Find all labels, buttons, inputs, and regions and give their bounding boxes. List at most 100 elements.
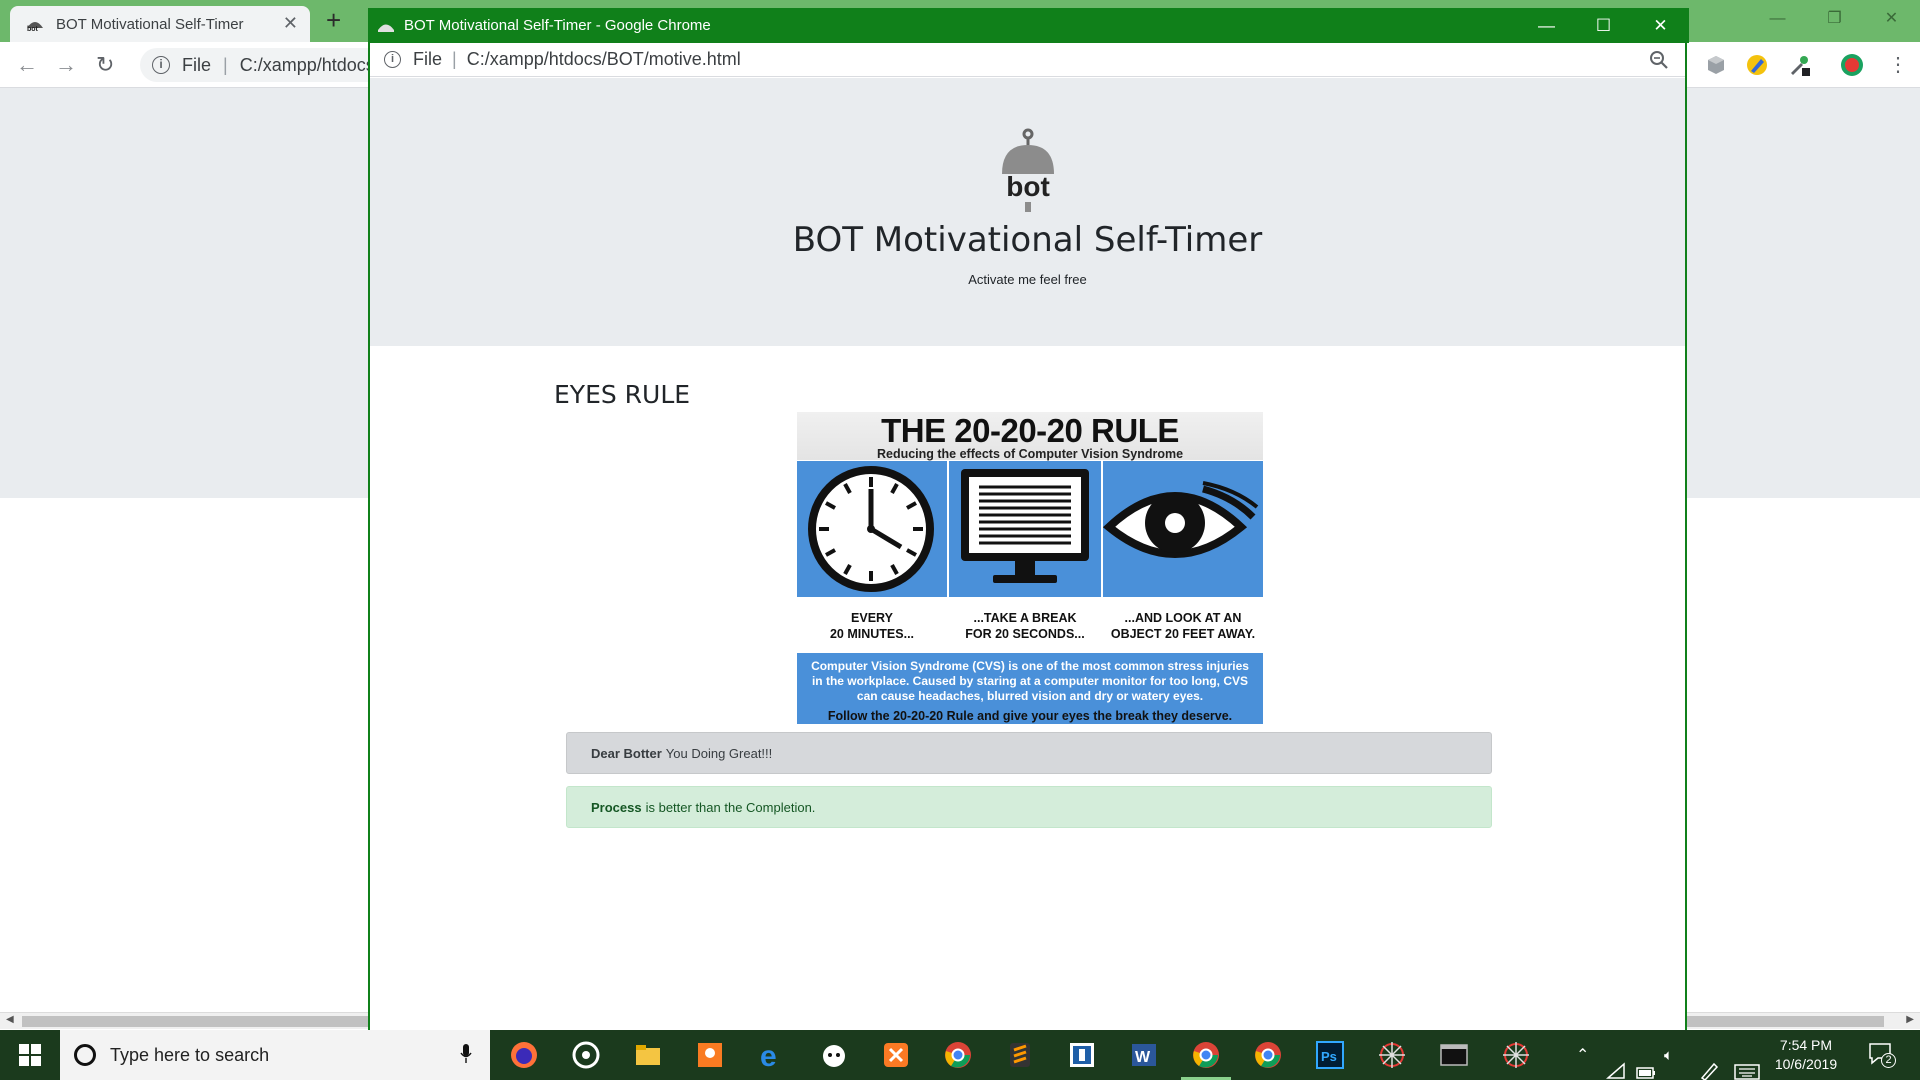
logo-text: bot xyxy=(1006,171,1050,202)
eye-icon xyxy=(1103,481,1259,558)
popup-titlebar[interactable]: BOT Motivational Self-Timer - Google Chr… xyxy=(368,8,1689,43)
restore-icon[interactable]: ❐ xyxy=(1806,0,1863,40)
volume-icon[interactable]: 🔈︎ xyxy=(1664,1030,1673,1080)
network-icon[interactable] xyxy=(1606,1046,1626,1080)
terminal-icon[interactable] xyxy=(1436,1037,1472,1073)
extension-pencil-icon[interactable] xyxy=(1745,53,1769,77)
word-icon[interactable]: W xyxy=(1126,1037,1162,1073)
spider-app-2-icon[interactable] xyxy=(1498,1037,1534,1073)
minimize-icon[interactable]: — xyxy=(1518,8,1575,43)
chrome-menu-icon[interactable]: ⋮ xyxy=(1888,52,1908,77)
url-scheme: File xyxy=(182,54,212,75)
new-tab-button[interactable]: + xyxy=(326,7,341,33)
windows-taskbar: Type here to search e W Ps ⌃ 🔈︎ 7:54 PM … xyxy=(0,1030,1920,1080)
battery-icon[interactable] xyxy=(1636,1048,1656,1080)
clock-time: 7:54 PM xyxy=(1779,1037,1833,1053)
microphone-icon[interactable] xyxy=(460,1044,472,1064)
tab-close-icon[interactable]: ✕ xyxy=(283,13,298,34)
popup-address-bar[interactable]: i File | C:/xampp/htdocs/BOT/motive.html xyxy=(370,43,1685,77)
info-icon[interactable]: i xyxy=(384,51,401,68)
popup-window-controls: — ☐ ✕ xyxy=(1518,8,1689,43)
url-separator: | xyxy=(452,49,457,69)
clock-icon xyxy=(808,466,934,592)
svg-text:e: e xyxy=(760,1040,777,1070)
maximize-icon[interactable]: ☐ xyxy=(1575,8,1632,43)
search-placeholder: Type here to search xyxy=(110,1044,270,1065)
info-icon[interactable]: i xyxy=(152,56,170,74)
firefox-icon[interactable] xyxy=(506,1037,542,1073)
back-icon[interactable]: ← xyxy=(16,52,38,78)
cortana-icon[interactable] xyxy=(74,1044,96,1066)
popup-window: BOT Motivational Self-Timer - Google Chr… xyxy=(368,8,1689,1032)
minimize-icon[interactable]: — xyxy=(1749,0,1806,40)
page-title: BOT Motivational Self-Timer xyxy=(792,220,1263,260)
show-hidden-icons-icon[interactable]: ⌃ xyxy=(1576,1030,1589,1080)
bot-favicon-icon xyxy=(378,24,394,32)
section-title: EYES RULE xyxy=(554,380,691,409)
background-tab[interactable]: bot BOT Motivational Self-Timer ✕ xyxy=(10,6,310,42)
spider-app-icon[interactable] xyxy=(1374,1037,1410,1073)
caption-every-20-minutes: EVERY 20 MINUTES... xyxy=(797,610,947,642)
notification-badge: 2 xyxy=(1881,1053,1896,1068)
action-center-icon[interactable]: 2 xyxy=(1868,1042,1896,1068)
sublime-app-icon[interactable] xyxy=(692,1037,728,1073)
poster-panel-monitor xyxy=(949,461,1101,597)
alert-strong: Dear Botter xyxy=(591,745,662,761)
taskbar-search-box[interactable]: Type here to search xyxy=(60,1030,490,1080)
rule-20-20-20-poster: THE 20-20-20 RULE Reducing the effects o… xyxy=(797,412,1263,724)
poster-description: Computer Vision Syndrome (CVS) is one of… xyxy=(811,659,1249,703)
edge-icon[interactable]: e xyxy=(754,1037,790,1073)
alert-text: is better than the Completion. xyxy=(645,799,816,815)
github-desktop-icon[interactable] xyxy=(816,1037,852,1073)
poster-call-to-action: Follow the 20-20-20 Rule and give your e… xyxy=(827,709,1233,723)
caption-take-a-break: ...TAKE A BREAK FOR 20 SECONDS... xyxy=(949,610,1101,642)
poster-header: THE 20-20-20 RULE Reducing the effects o… xyxy=(797,412,1263,460)
forward-icon[interactable]: → xyxy=(55,52,77,78)
bot-favicon-icon: bot xyxy=(27,22,43,32)
caption-line: FOR 20 SECONDS... xyxy=(965,627,1085,641)
caption-line: EVERY xyxy=(851,611,893,625)
caption-line: ...TAKE A BREAK xyxy=(973,611,1077,625)
caption-line: OBJECT 20 FEET AWAY. xyxy=(1110,627,1256,641)
chrome-icon[interactable] xyxy=(940,1037,976,1073)
bot-logo-icon: bot xyxy=(1002,128,1054,212)
extension-cube-icon[interactable] xyxy=(1704,53,1728,77)
dictionary-icon[interactable] xyxy=(1064,1037,1100,1073)
sublime-text-icon[interactable] xyxy=(1002,1037,1038,1073)
chrome-2-icon[interactable] xyxy=(1250,1037,1286,1073)
windows-logo-icon xyxy=(19,1044,41,1066)
reload-icon[interactable]: ↻ xyxy=(96,52,114,78)
popup-window-title: BOT Motivational Self-Timer - Google Chr… xyxy=(404,17,711,34)
popup-url: C:/xampp/htdocs/BOT/motive.html xyxy=(466,49,741,69)
taskbar-clock[interactable]: 7:54 PM 10/6/2019 xyxy=(1756,1036,1856,1074)
monitor-icon xyxy=(961,469,1089,583)
zoom-icon[interactable] xyxy=(1649,50,1669,70)
url-separator: | xyxy=(223,54,228,75)
close-icon[interactable]: ✕ xyxy=(1632,8,1689,43)
jumbotron-header: bot BOT Motivational Self-Timer Activate… xyxy=(370,78,1685,346)
close-icon[interactable]: ✕ xyxy=(1863,0,1920,40)
extension-tool-icon[interactable] xyxy=(1787,53,1811,77)
caption-line: ...AND LOOK AT AN xyxy=(1124,611,1242,625)
svg-text:W: W xyxy=(1135,1049,1151,1066)
svg-text:Ps: Ps xyxy=(1321,1049,1337,1064)
alert-process: Process is better than the Completion. xyxy=(566,786,1492,828)
groove-music-icon[interactable] xyxy=(568,1037,604,1073)
page-tagline: Activate me feel free xyxy=(968,272,1087,287)
caption-line: 20 MINUTES... xyxy=(829,627,915,641)
caption-look-away: ...AND LOOK AT AN OBJECT 20 FEET AWAY. xyxy=(1103,610,1263,642)
photoshop-icon[interactable]: Ps xyxy=(1312,1037,1348,1073)
url-scheme: File xyxy=(413,49,443,69)
chrome-active-icon[interactable] xyxy=(1181,1037,1231,1080)
xampp-icon[interactable] xyxy=(878,1037,914,1073)
poster-footer: Computer Vision Syndrome (CVS) is one of… xyxy=(797,653,1263,724)
start-button[interactable] xyxy=(0,1030,60,1080)
poster-subtitle: Reducing the effects of Computer Vision … xyxy=(876,447,1184,461)
pen-workspace-icon[interactable] xyxy=(1700,1045,1722,1080)
file-explorer-icon[interactable] xyxy=(630,1037,666,1073)
background-window-controls: — ❐ ✕ xyxy=(1749,0,1920,40)
scroll-left-icon[interactable]: ◀ xyxy=(6,1014,14,1025)
scroll-right-icon[interactable]: ▶ xyxy=(1906,1014,1914,1025)
svg-text:bot: bot xyxy=(27,26,39,32)
extension-record-icon[interactable] xyxy=(1840,53,1864,77)
